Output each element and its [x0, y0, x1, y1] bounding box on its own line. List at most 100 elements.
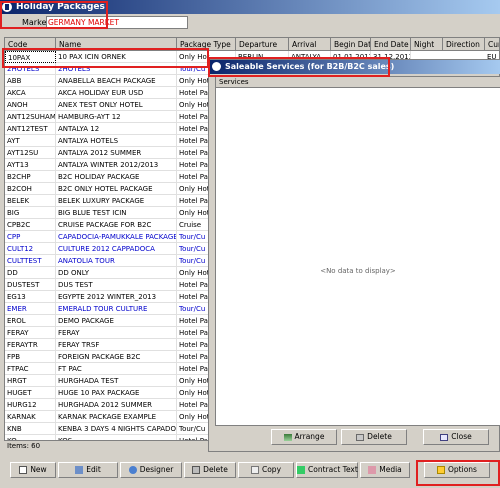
designer-icon — [128, 466, 137, 474]
column-header-name[interactable]: Name — [56, 38, 177, 51]
cell-name: KENBA 3 DAYS 4 NIGHTS CAPADO — [56, 423, 177, 435]
delete-icon — [356, 433, 365, 441]
edit-icon — [75, 466, 84, 474]
bottom-toolbar: New Edit Designer Delete Copy Contract T… — [0, 462, 500, 478]
cell-code: KARNAK — [5, 411, 56, 423]
services-list[interactable]: Services <No data to display> — [215, 76, 500, 426]
cell-code: AYT13 — [5, 159, 56, 171]
column-header-night[interactable]: Night — [411, 38, 443, 51]
new-button[interactable]: New — [10, 462, 56, 478]
cell-code: FTPAC — [5, 363, 56, 375]
media-icon — [368, 466, 377, 474]
cell-name: KARNAK PACKAGE EXAMPLE — [56, 411, 177, 423]
cell-code: 10PAX — [5, 51, 56, 63]
cell-name: HAMBURG-AYT 12 — [56, 111, 177, 123]
cell-code: FERAY — [5, 327, 56, 339]
column-header-departure[interactable]: Departure — [236, 38, 289, 51]
cell-name: ANABELLA BEACH PACKAGE — [56, 75, 177, 87]
cell-name: 2HOTELS — [56, 63, 177, 75]
cell-code: AYT — [5, 135, 56, 147]
cell-name: FERAY — [56, 327, 177, 339]
media-label: Media — [379, 465, 402, 474]
cell-name: 10 PAX ICIN ORNEK — [56, 51, 177, 63]
cell-code: AYT12SU — [5, 147, 56, 159]
window-title: Holiday Packages — [16, 2, 105, 12]
cell-code: ABB — [5, 75, 56, 87]
delete-label: Delete — [203, 465, 228, 474]
media-button[interactable]: Media — [360, 462, 410, 478]
cell-code: CPP — [5, 231, 56, 243]
column-header-currency[interactable]: Curr — [485, 38, 499, 51]
designer-label: Designer — [139, 465, 174, 474]
new-label: New — [30, 465, 47, 474]
saleable-services-dialog: Saleable Services (for B2B/B2C sales) Se… — [208, 59, 500, 452]
cell-code: DD — [5, 267, 56, 279]
cell-code: CULTTEST — [5, 255, 56, 267]
cell-code: HURG12 — [5, 399, 56, 411]
cell-name: DEMO PACKAGE — [56, 315, 177, 327]
cell-code: FERAYTR — [5, 339, 56, 351]
cell-name: B2C HOLIDAY PACKAGE — [56, 171, 177, 183]
designer-button[interactable]: Designer — [120, 462, 182, 478]
contract-text-button[interactable]: Contract Text — [296, 462, 358, 478]
column-header-end-date[interactable]: End Date — [371, 38, 411, 51]
close-label: Close — [451, 432, 472, 441]
cell-code: BELEK — [5, 195, 56, 207]
cell-code: FPB — [5, 351, 56, 363]
empty-state-text: <No data to display> — [320, 267, 396, 275]
arrange-label: Arrange — [294, 432, 325, 441]
copy-icon — [250, 466, 259, 474]
cell-name: ANTALYA 12 — [56, 123, 177, 135]
cell-code: HRGT — [5, 375, 56, 387]
edit-button[interactable]: Edit — [58, 462, 118, 478]
cell-name: BIG BLUE TEST ICIN — [56, 207, 177, 219]
cell-code: BIG — [5, 207, 56, 219]
market-field[interactable]: GERMANY MARKET — [46, 16, 188, 29]
delete-button[interactable]: Delete — [184, 462, 236, 478]
cell-code: ANOH — [5, 99, 56, 111]
column-header-code[interactable]: Code — [5, 38, 56, 51]
dialog-delete-label: Delete — [367, 432, 392, 441]
cell-name: FERAY TRSF — [56, 339, 177, 351]
cell-code: 2HOTELS — [5, 63, 56, 75]
dialog-icon — [212, 62, 221, 71]
options-icon — [437, 466, 446, 474]
cell-code: AKCA — [5, 87, 56, 99]
cell-name: CULTURE 2012 CAPPADOCA — [56, 243, 177, 255]
cell-name: AKCA HOLIDAY EUR USD — [56, 87, 177, 99]
cell-name: DD ONLY — [56, 267, 177, 279]
column-header-direction[interactable]: Direction — [443, 38, 485, 51]
arrange-button[interactable]: Arrange — [271, 429, 337, 445]
items-count: Items: 60 — [7, 442, 41, 450]
cell-name: ANATOLIA TOUR — [56, 255, 177, 267]
cell-code: CPB2C — [5, 219, 56, 231]
column-header-arrival[interactable]: Arrival — [289, 38, 331, 51]
cell-name: HURGHADA 2012 SUMMER — [56, 399, 177, 411]
cell-code: B2CHP — [5, 171, 56, 183]
copy-button[interactable]: Copy — [238, 462, 294, 478]
close-button[interactable]: Close — [423, 429, 489, 445]
cell-name: EMERALD TOUR CULTURE — [56, 303, 177, 315]
cell-name: EGYPTE 2012 WINTER_2013 — [56, 291, 177, 303]
cell-code: EG13 — [5, 291, 56, 303]
options-button[interactable]: Options — [424, 462, 490, 478]
dialog-delete-button[interactable]: Delete — [341, 429, 407, 445]
cell-name: ANTALYA 2012 SUMMER — [56, 147, 177, 159]
cell-code: ANT12SUHAM — [5, 111, 56, 123]
dialog-title: Saleable Services (for B2B/B2C sales) — [225, 62, 395, 71]
cell-name: BELEK LUXURY PACKAGE — [56, 195, 177, 207]
edit-label: Edit — [86, 465, 101, 474]
cell-code: ANT12TEST — [5, 123, 56, 135]
column-header-services[interactable]: Services — [216, 77, 500, 88]
cell-name: ANTALYA WINTER 2012/2013 — [56, 159, 177, 171]
grid-header: Code Name Package Type Departure Arrival… — [5, 38, 499, 51]
column-header-package-type[interactable]: Package Type — [177, 38, 236, 51]
cell-name: DUS TEST — [56, 279, 177, 291]
app-icon — [2, 2, 12, 12]
cell-name: B2C ONLY HOTEL PACKAGE — [56, 183, 177, 195]
cell-code: DUSTEST — [5, 279, 56, 291]
column-header-begin-date[interactable]: Begin Date — [331, 38, 371, 51]
cell-name: HURGHADA TEST — [56, 375, 177, 387]
contract-text-label: Contract Text — [308, 465, 358, 474]
cell-name: CAPADOCIA-PAMUKKALE PACKAGE — [56, 231, 177, 243]
